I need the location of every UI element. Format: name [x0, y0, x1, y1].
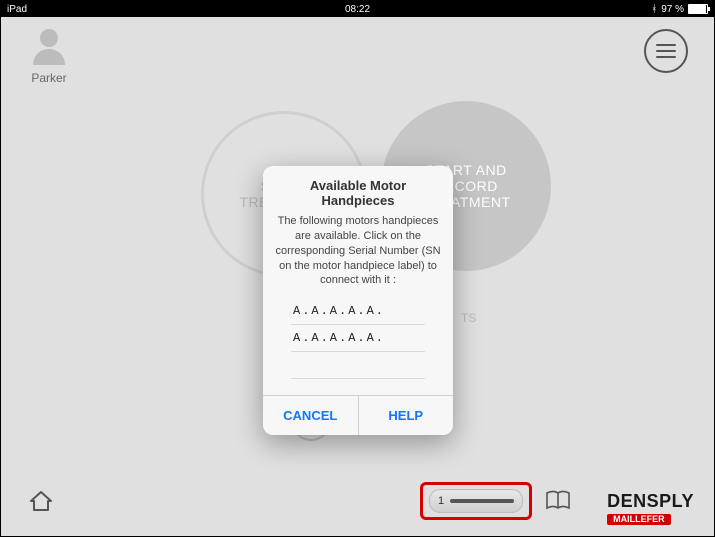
brand-name: DENSPLY	[607, 492, 694, 510]
status-time: 08:22	[345, 4, 370, 15]
serial-number-item[interactable]: A.A.A.A.A.	[291, 298, 425, 325]
probe-icon	[450, 499, 514, 503]
menu-button[interactable]	[644, 29, 688, 73]
help-button[interactable]: HELP	[359, 396, 454, 435]
dialog-actions: CANCEL HELP	[263, 395, 453, 435]
manual-button[interactable]	[544, 489, 572, 518]
brand-logo: DENSPLY MAILLEFER	[607, 492, 694, 526]
profile[interactable]: Parker	[27, 23, 71, 85]
status-battery-pct: 97 %	[661, 4, 684, 15]
bluetooth-icon: ᚼ	[651, 4, 657, 15]
brand-sub: MAILLEFER	[607, 514, 671, 525]
home-button[interactable]	[27, 487, 55, 520]
avatar-icon	[27, 23, 71, 67]
connector-index: 1	[438, 495, 444, 507]
serial-number-item[interactable]	[291, 352, 425, 379]
serial-number-item[interactable]: A.A.A.A.A.	[291, 325, 425, 352]
profile-name: Parker	[27, 71, 71, 85]
available-handpieces-dialog: Available Motor Handpieces The following…	[263, 166, 453, 435]
patients-list-item[interactable]: TS	[461, 311, 476, 325]
hamburger-icon	[656, 44, 676, 46]
serial-number-list: A.A.A.A.A. A.A.A.A.A.	[263, 298, 453, 395]
dialog-title: Available Motor Handpieces	[273, 178, 443, 208]
dialog-body: The following motors handpieces are avai…	[275, 214, 441, 288]
motor-connector-button[interactable]: 1	[420, 482, 532, 520]
status-bar: iPad 08:22 ᚼ 97 %	[1, 1, 714, 17]
status-device: iPad	[7, 4, 27, 15]
cancel-button[interactable]: CANCEL	[263, 396, 359, 435]
battery-icon	[688, 4, 708, 14]
